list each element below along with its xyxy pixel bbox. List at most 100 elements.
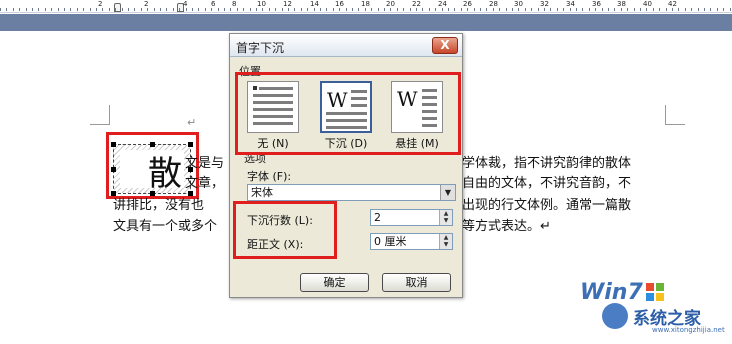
ruler-number: 12	[283, 0, 292, 8]
ruler-tick	[128, 8, 129, 11]
ruler-number: 24	[438, 0, 447, 8]
ruler-tick	[288, 8, 289, 11]
ruler-number: 42	[668, 0, 677, 8]
ruler-number: 22	[412, 0, 421, 8]
ruler-tick	[480, 8, 481, 11]
ruler-tick	[512, 8, 513, 11]
ruler-tick	[576, 8, 577, 11]
distance-input[interactable]: 0 厘米 ▲ ▼	[370, 233, 453, 250]
watermark-logo: Win7	[580, 280, 643, 305]
ruler-tick	[256, 8, 257, 11]
ruler-tick	[32, 8, 33, 11]
ruler-tick	[608, 8, 609, 11]
ruler-tick	[275, 8, 276, 11]
lines-to-drop-input[interactable]: 2 ▲ ▼	[370, 209, 453, 226]
ruler-tick	[19, 8, 20, 11]
ruler-number: 10	[257, 0, 266, 8]
ruler-tick	[269, 8, 270, 11]
ruler-tick	[6, 8, 7, 11]
spin-arrows-icon[interactable]: ▲ ▼	[439, 234, 452, 249]
horizontal-ruler[interactable]: 2 2 4 6 8 10 12 14 16 18 20 22 24 26 28 …	[0, 0, 732, 13]
ok-button[interactable]: 确定	[300, 273, 369, 292]
ruler-number: 28	[489, 0, 498, 8]
font-value: 宋体	[251, 186, 273, 199]
ruler-number: 34	[566, 0, 575, 8]
ruler-tick	[435, 8, 436, 11]
ruler-tick	[538, 8, 539, 11]
ruler-tick	[141, 8, 142, 11]
lines-to-drop-value: 2	[374, 211, 381, 224]
ruler-tick	[486, 8, 487, 11]
ruler-tick	[461, 8, 462, 11]
dialog-title: 首字下沉	[236, 41, 285, 55]
ruler-tick	[179, 8, 180, 11]
settings-highlight	[233, 201, 337, 259]
chevron-down-icon[interactable]: ▼	[440, 185, 455, 200]
ruler-number: 16	[335, 0, 344, 8]
ruler-tick	[614, 8, 615, 11]
font-select[interactable]: 宋体 ▼	[247, 184, 456, 201]
ruler-tick	[339, 8, 340, 11]
ruler-number: 40	[643, 0, 652, 8]
ruler-tick	[525, 8, 526, 11]
ruler-number: 6	[211, 0, 216, 8]
ruler-tick	[518, 8, 519, 11]
text-line: 等方式表达。↵	[462, 219, 551, 234]
ruler-number: 26	[463, 0, 472, 8]
font-label: 字体 (F):	[247, 170, 292, 183]
ruler-number: 2	[98, 0, 103, 8]
ruler-tick	[147, 8, 148, 11]
ruler-tick	[678, 8, 679, 11]
ruler-tick	[58, 8, 59, 11]
spin-arrows-icon[interactable]: ▲ ▼	[439, 210, 452, 225]
dialog-titlebar[interactable]: 首字下沉 X	[230, 34, 462, 57]
ruler-tick	[192, 8, 193, 11]
ruler-tick	[646, 8, 647, 11]
ruler-tick	[160, 8, 161, 11]
ruler-tick	[352, 8, 353, 11]
ruler-number: 38	[617, 0, 626, 8]
ruler-tick	[211, 8, 212, 11]
ruler-tick	[544, 8, 545, 11]
ruler-tick	[0, 8, 1, 11]
ruler-number: 18	[361, 0, 370, 8]
ruler-tick	[326, 8, 327, 11]
paragraph-mark: ↵	[187, 116, 197, 129]
ruler-tick	[378, 8, 379, 11]
ruler-tick	[723, 8, 724, 11]
ruler-tick	[531, 8, 532, 11]
close-button[interactable]: X	[432, 37, 458, 54]
ruler-tick	[90, 8, 91, 11]
ruler-tick	[102, 8, 103, 11]
ruler-tick	[467, 8, 468, 11]
watermark-url: www.xitongzhijia.net	[652, 326, 725, 334]
ruler-tick	[730, 8, 731, 11]
crop-mark-right	[665, 105, 685, 125]
position-highlight	[235, 72, 461, 155]
ruler-number: 20	[386, 0, 395, 8]
ruler-tick	[589, 8, 590, 11]
text-line: 文章，	[185, 176, 225, 191]
ruler-tick	[653, 8, 654, 11]
ruler-tick	[710, 8, 711, 11]
ruler-tick	[499, 8, 500, 11]
ruler-tick	[26, 8, 27, 11]
text-line: 学体裁，指不讲究韵律的散体	[462, 156, 632, 171]
ruler-tick	[51, 8, 52, 11]
ruler-tick	[96, 8, 97, 11]
ruler-number: 32	[540, 0, 549, 8]
ruler-tick	[384, 8, 385, 11]
ruler-tick	[154, 8, 155, 11]
ruler-number: 8	[232, 0, 237, 8]
cancel-button[interactable]: 取消	[382, 273, 451, 292]
ruler-tick	[122, 8, 123, 11]
ruler-tick	[454, 8, 455, 11]
ruler-tick	[224, 8, 225, 11]
text-line: 出现的行文体例。通常一篇散	[462, 198, 632, 213]
ruler-tick	[563, 8, 564, 11]
text-line: 讲排比，没有也	[113, 198, 205, 213]
ruler-tick	[698, 8, 699, 11]
ruler-tick	[186, 8, 187, 11]
ruler-tick	[365, 8, 366, 11]
ruler-tick	[717, 8, 718, 11]
